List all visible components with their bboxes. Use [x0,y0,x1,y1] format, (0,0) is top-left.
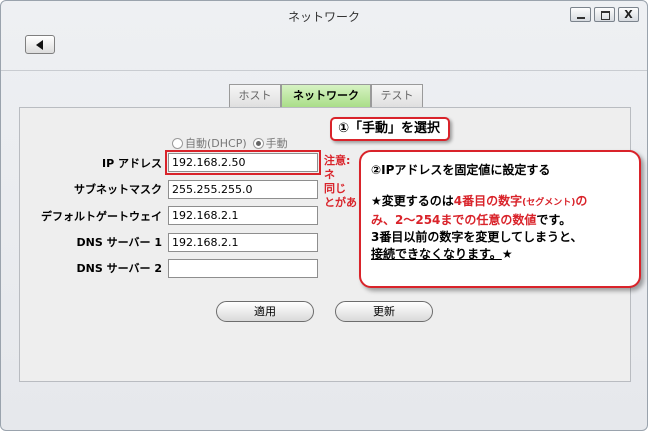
title-bar: ネットワーク X [1,1,647,29]
dns-server-1-field[interactable] [168,233,318,252]
update-button[interactable]: 更新 [335,301,433,322]
callout-step-1: ①「手動」を選択 [330,117,450,141]
window-title: ネットワーク [287,10,360,24]
radio-auto[interactable]: 自動(DHCP) [172,135,247,151]
caution-title: 注意: [324,154,351,167]
ip-address-field[interactable] [165,150,321,175]
subnet-mask-label: サブネットマスク [74,183,162,196]
caution-note: 注意: ネ 同じ とがあ [324,154,364,212]
callout-step-2-title: ②IPアドレスを固定値に設定する [371,163,551,177]
tab-network[interactable]: ネットワーク [281,84,371,108]
default-gateway-field[interactable] [168,206,318,225]
tab-bar: ホスト ネットワーク テスト [229,84,423,108]
tab-test[interactable]: テスト [371,84,423,108]
radio-manual-icon[interactable] [252,137,264,149]
callout-step-2-line-1: ★変更するのは4番目の数字(セグメント)の [371,193,639,212]
maximize-icon[interactable] [594,7,615,22]
callout-step-2: ②IPアドレスを固定値に設定する ★変更するのは4番目の数字(セグメント)の み… [359,150,641,288]
close-icon[interactable]: X [618,7,639,22]
callout-text: ★ [501,247,513,261]
callout-highlight: み、2～254までの任意の数値 [371,213,537,227]
callout-highlight: (セグメント) [522,198,576,208]
radio-auto-label: 自動(DHCP) [185,137,247,150]
back-arrow-icon[interactable] [25,35,55,54]
caution-line-1: ネ [324,168,335,181]
subnet-mask-field[interactable] [168,180,318,199]
radio-manual-label: 手動 [265,137,288,150]
callout-step-2-line-3: 3番目以前の数字を変更してしまうと、 [371,230,583,244]
callout-step-2-line-4: 接続できなくなります。★ [371,246,639,263]
dns-server-2-label: DNS サーバー 2 [76,262,162,275]
callout-highlight: 4番目の数字 [453,194,523,208]
dns-server-1-label: DNS サーバー 1 [76,236,162,249]
callout-text: 接続できなくなります。 [371,247,502,261]
callout-text: ★変更するのは [371,194,454,208]
callout-step-2-line-2: み、2～254までの任意の数値です。 [371,212,639,229]
dns-server-2-field[interactable] [168,259,318,278]
minimize-icon[interactable] [570,7,591,22]
radio-manual[interactable]: 手動 [252,135,288,151]
default-gateway-label: デフォルトゲートウェイ [41,210,162,223]
callout-highlight: の [575,194,588,208]
caution-line-3: とがあ [324,196,357,209]
radio-auto-icon[interactable] [172,137,183,149]
apply-button[interactable]: 適用 [216,301,314,322]
callout-text: です。 [536,213,572,227]
caution-line-2: 同じ [324,182,346,195]
window-controls: X [570,7,639,22]
divider [1,70,647,71]
tab-host[interactable]: ホスト [229,84,281,108]
ip-address-label: IP アドレス [102,157,162,170]
ip-mode-selector: 自動(DHCP) 手動 [172,135,288,151]
